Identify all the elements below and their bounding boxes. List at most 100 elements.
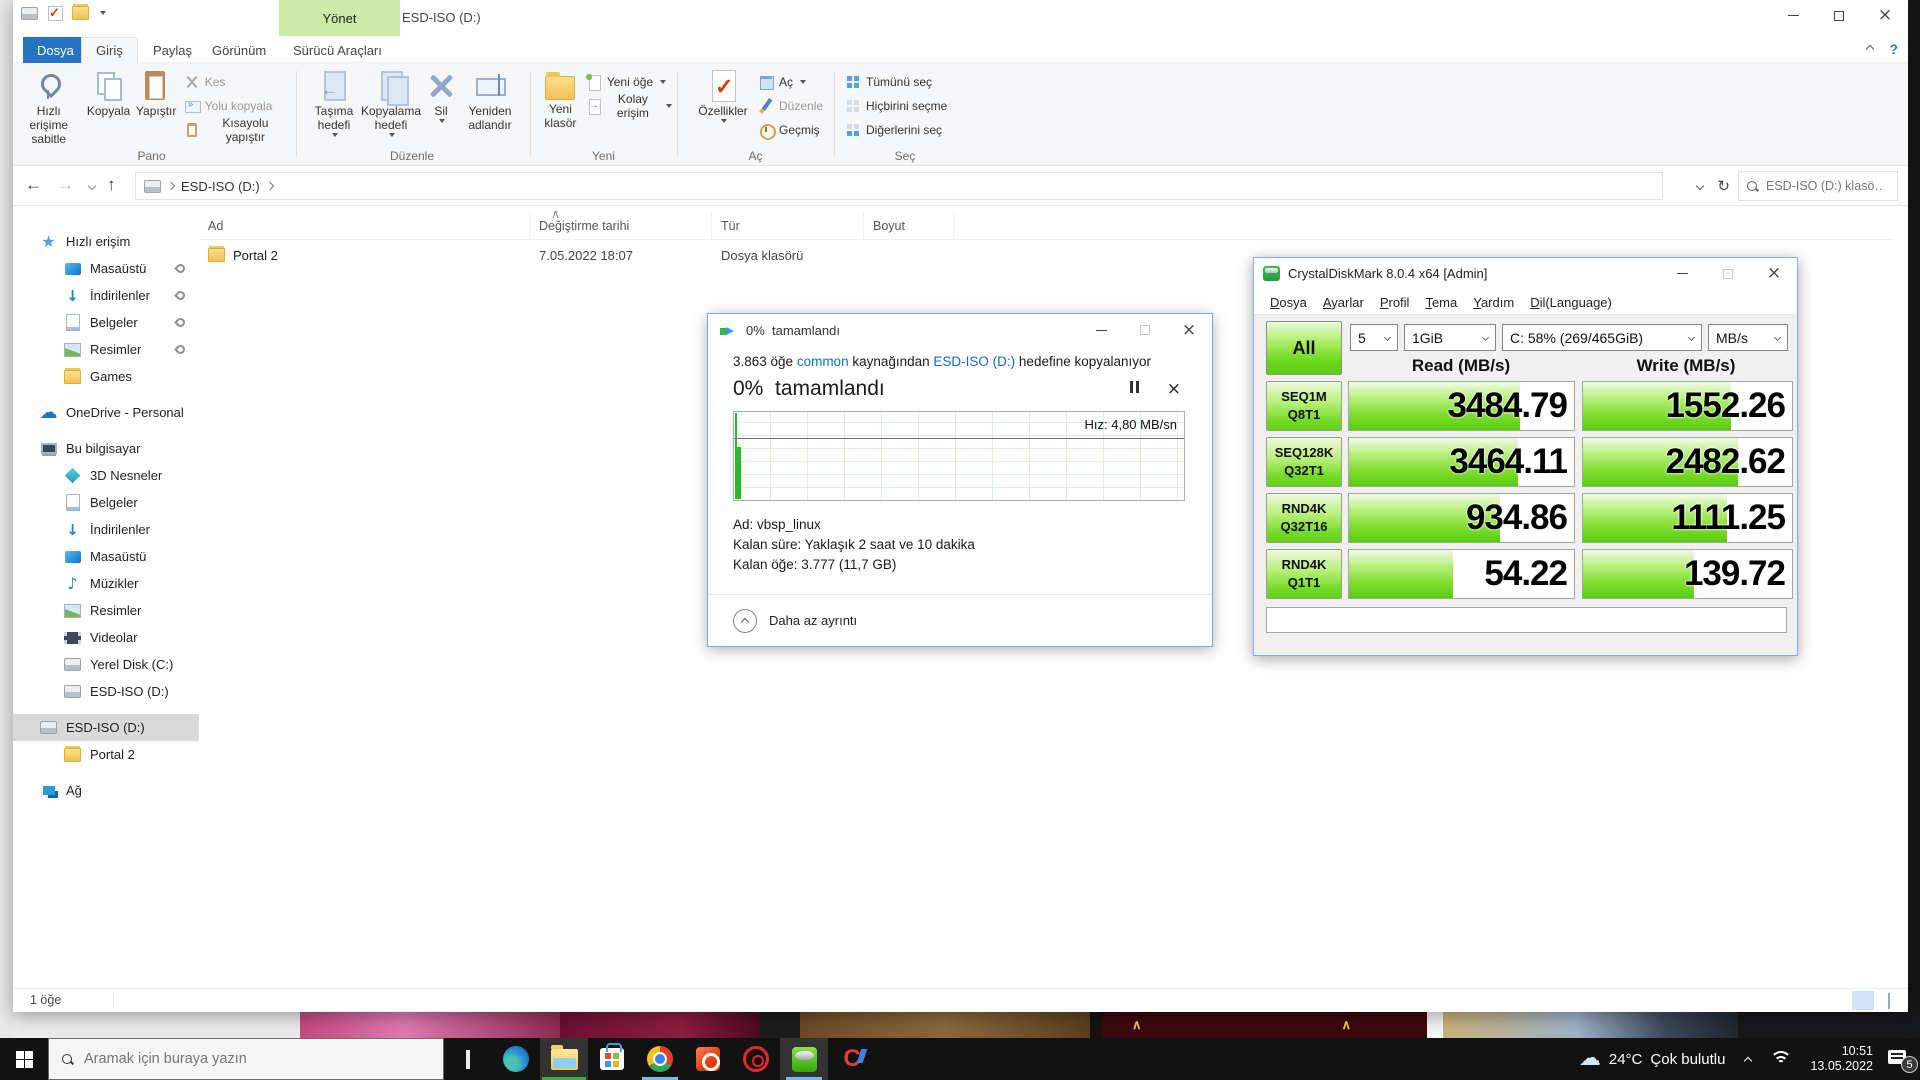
address-bar[interactable]: ESD-ISO (D:) xyxy=(135,172,1663,200)
dialog-maximize-button[interactable] xyxy=(1123,315,1167,345)
copy-button[interactable]: Kopyala xyxy=(85,66,133,121)
copy-to-button[interactable]: Kopyalama hedefi xyxy=(361,66,421,139)
fewer-details-toggle[interactable]: Daha az ayrıntı xyxy=(769,613,857,628)
cancel-copy-button[interactable]: × xyxy=(1167,381,1181,398)
taskbar-edge-button[interactable] xyxy=(492,1038,540,1080)
sidebar-item[interactable]: Videolar xyxy=(13,624,199,651)
qat-customize-caret[interactable] xyxy=(100,11,106,15)
sidebar-item[interactable]: ESD-ISO (D:) xyxy=(13,678,199,705)
delete-button[interactable]: Sil xyxy=(421,66,461,125)
move-to-button[interactable]: Taşıma hedefi xyxy=(307,66,361,139)
sidebar-item[interactable]: İndirilenler xyxy=(13,282,199,309)
column-header-name[interactable]: Ad xyxy=(199,212,530,239)
cdm-close-button[interactable]: × xyxy=(1751,259,1797,288)
sort-ascending-icon[interactable]: ∧ xyxy=(551,206,560,221)
details-view-button[interactable] xyxy=(1852,991,1874,1010)
taskbar-crystaldiskmark-button[interactable] xyxy=(780,1038,828,1080)
sidebar-item[interactable]: Masaüstü xyxy=(13,543,199,570)
cdm-maximize-button[interactable] xyxy=(1705,259,1751,288)
sidebar-item[interactable]: Bu bilgisayar xyxy=(13,435,199,462)
sidebar-item[interactable]: Portal 2 xyxy=(13,741,199,768)
tab-paylas[interactable]: Paylaş xyxy=(139,37,206,63)
history-button[interactable]: Geçmiş xyxy=(754,118,827,142)
sidebar-item[interactable]: Ağ xyxy=(13,777,199,804)
sidebar-item[interactable]: 3D Nesneler xyxy=(13,462,199,489)
properties-button[interactable]: Özellikler xyxy=(692,66,754,125)
help-icon[interactable]: ? xyxy=(1889,41,1898,57)
sidebar-item[interactable]: OneDrive - Personal xyxy=(13,399,199,426)
column-header-size[interactable]: Boyut xyxy=(864,212,954,239)
taskbar-chrome-button[interactable] xyxy=(636,1038,684,1080)
wifi-icon[interactable] xyxy=(1770,1051,1792,1067)
cdm-menu-item[interactable]: Dosya xyxy=(1262,295,1315,310)
taskbar-office-button[interactable] xyxy=(684,1038,732,1080)
easy-access-button[interactable]: Kolay erişim xyxy=(582,94,676,118)
pause-button[interactable] xyxy=(1130,381,1139,398)
new-item-button[interactable]: Yeni öğe xyxy=(582,70,676,94)
fewer-details-icon[interactable] xyxy=(733,609,757,633)
sidebar-item[interactable]: Masaüstü xyxy=(13,255,199,282)
test-type-button[interactable]: SEQ1M Q8T1 xyxy=(1266,381,1342,431)
test-type-button[interactable]: RND4K Q32T16 xyxy=(1266,493,1342,543)
new-folder-button[interactable]: Yeni klasör xyxy=(539,66,582,133)
tab-dosya[interactable]: Dosya xyxy=(23,37,88,63)
taskbar-file-explorer-button[interactable] xyxy=(540,1038,588,1080)
select-none-button[interactable]: Hiçbirini seçme xyxy=(841,94,951,118)
cdm-menu-item[interactable]: Yardım xyxy=(1465,295,1522,310)
invert-selection-button[interactable]: Diğerlerini seç xyxy=(841,118,951,142)
back-button[interactable]: ← xyxy=(25,175,42,195)
taskbar-store-button[interactable] xyxy=(588,1038,636,1080)
unit-dropdown[interactable]: MB/s xyxy=(1708,324,1788,351)
minimize-button[interactable] xyxy=(1770,0,1816,31)
cdm-menu-item[interactable]: Profil xyxy=(1372,295,1418,310)
breadcrumb-drive[interactable]: ESD-ISO (D:) xyxy=(181,179,260,194)
history-caret[interactable] xyxy=(88,182,96,190)
start-button[interactable] xyxy=(0,1038,48,1080)
rename-button[interactable]: Yeniden adlandır xyxy=(461,66,519,135)
paste-shortcut-button[interactable]: Kısayolu yapıştır xyxy=(180,118,290,142)
cdm-menu-item[interactable]: Dil(Language) xyxy=(1522,295,1620,310)
taskbar-search-input[interactable] xyxy=(84,1051,404,1067)
sidebar-item[interactable]: İndirilenler xyxy=(13,516,199,543)
test-type-button[interactable]: SEQ128K Q32T1 xyxy=(1266,437,1342,487)
thumbnail-view-button[interactable] xyxy=(1878,991,1900,1010)
destination-link[interactable]: ESD-ISO (D:) xyxy=(933,354,1015,369)
sidebar-item[interactable]: Resimler xyxy=(13,597,199,624)
comment-field[interactable] xyxy=(1266,607,1787,633)
maximize-button[interactable] xyxy=(1816,0,1862,31)
cdm-minimize-button[interactable] xyxy=(1659,259,1705,288)
cdm-menu-item[interactable]: Ayarlar xyxy=(1315,295,1372,310)
collapse-ribbon-icon[interactable] xyxy=(1866,45,1874,53)
sidebar-item[interactable]: Hızlı erişim xyxy=(13,228,199,255)
weather-widget[interactable]: ☁ 24°C Çok bulutlu xyxy=(1569,1048,1736,1070)
sidebar-item[interactable]: Resimler xyxy=(13,336,199,363)
run-all-tests-button[interactable]: All xyxy=(1266,321,1342,375)
test-type-button[interactable]: RND4K Q1T1 xyxy=(1266,549,1342,599)
refresh-icon[interactable]: ↻ xyxy=(1717,177,1730,195)
task-view-button[interactable] xyxy=(444,1038,492,1080)
properties-qat-icon[interactable] xyxy=(47,5,63,21)
new-folder-qat-icon[interactable] xyxy=(72,5,89,21)
paste-button[interactable]: Yapıştır xyxy=(133,66,180,121)
dialog-minimize-button[interactable] xyxy=(1079,315,1123,345)
up-button[interactable]: ↑ xyxy=(107,175,116,195)
copy-path-button[interactable]: Yolu kopyala xyxy=(180,94,290,118)
cut-button[interactable]: Kes xyxy=(180,70,290,94)
explorer-search-input[interactable] xyxy=(1766,179,1884,193)
dialog-close-button[interactable]: × xyxy=(1167,315,1211,345)
cdm-menu-item[interactable]: Tema xyxy=(1417,295,1465,310)
breadcrumb-separator[interactable] xyxy=(265,182,273,190)
sidebar-item[interactable]: Belgeler xyxy=(13,309,199,336)
sidebar-item[interactable]: Müzikler xyxy=(13,570,199,597)
clock[interactable]: 10:51 13.05.2022 xyxy=(1801,1044,1882,1074)
test-size-dropdown[interactable]: 1GiB xyxy=(1404,324,1496,351)
target-drive-dropdown[interactable]: C: 58% (269/465GiB) xyxy=(1502,324,1702,351)
test-count-dropdown[interactable]: 5 xyxy=(1350,324,1398,351)
tab-surucu-araclari[interactable]: Sürücü Araçları xyxy=(279,37,396,63)
sidebar-item[interactable]: Yerel Disk (C:) xyxy=(13,651,199,678)
explorer-search-box[interactable] xyxy=(1738,171,1898,201)
breadcrumb-separator[interactable] xyxy=(167,182,175,190)
pin-to-quick-access-button[interactable]: Hızlı erişime sabitle xyxy=(13,66,85,148)
taskbar-ccleaner-button[interactable]: C xyxy=(828,1038,876,1080)
close-button[interactable]: × xyxy=(1862,0,1908,31)
